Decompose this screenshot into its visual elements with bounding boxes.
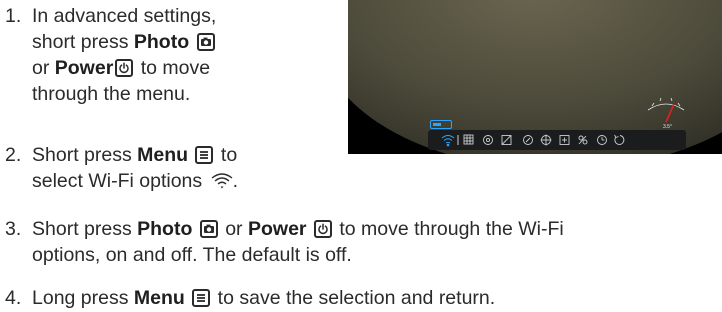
step-number: 3. <box>5 218 22 240</box>
step-number: 2. <box>5 144 22 166</box>
step-text: Long press Menu to save the selection an… <box>32 287 496 309</box>
step-4: 4. Long press Menu to save the selection… <box>0 285 722 311</box>
step-2: 2. Short press Menu to select Wi-Fi opti… <box>0 142 340 198</box>
menu-image-icon <box>501 135 512 145</box>
step-text: Short press Menu to <box>32 144 238 166</box>
power-key-label: Power <box>247 218 307 240</box>
power-icon <box>115 59 134 77</box>
menu-clock-icon <box>597 135 607 145</box>
menu-aperture-icon <box>483 135 493 145</box>
wifi-icon <box>211 172 233 190</box>
menu-key-label: Menu <box>137 144 189 166</box>
step-number: 4. <box>5 287 22 309</box>
step-text: In advanced settings, <box>32 5 217 27</box>
camera-icon <box>199 220 218 238</box>
menu-icon <box>195 146 214 164</box>
power-key-label: Power <box>54 57 114 79</box>
step-1: 1. In advanced settings, short press Pho… <box>0 3 340 109</box>
power-icon <box>313 220 332 238</box>
step-number: 1. <box>5 5 22 27</box>
photo-key-label: Photo <box>133 31 190 53</box>
step-text: options, on and off. The default is off. <box>32 244 352 266</box>
camera-icon <box>196 33 215 51</box>
step-text: Short press Photo or Power to move throu… <box>32 218 564 240</box>
step-text: select Wi-Fi options . <box>32 170 238 192</box>
photo-key-label: Photo <box>137 218 193 240</box>
menu-icon-row <box>441 134 625 147</box>
menu-crosshair-icon <box>540 134 552 146</box>
device-screen: 3.5° <box>348 0 722 154</box>
menu-compass-icon <box>523 135 533 145</box>
menu-key-label: Menu <box>133 287 185 309</box>
step-3: 3. Short press Photo or Power to move th… <box>0 216 722 272</box>
menu-zoom-icon <box>559 135 570 145</box>
step-text: through the menu. <box>32 83 191 105</box>
step-text: short press Photo <box>32 29 217 55</box>
menu-wifi-icon <box>441 135 455 147</box>
battery-indicator <box>430 120 452 129</box>
menu-grid-icon <box>463 134 474 145</box>
step-text: or Power to move <box>32 57 211 79</box>
menu-settings-icon <box>578 135 588 145</box>
menu-icon <box>192 289 211 307</box>
menu-reset-icon <box>614 134 625 145</box>
